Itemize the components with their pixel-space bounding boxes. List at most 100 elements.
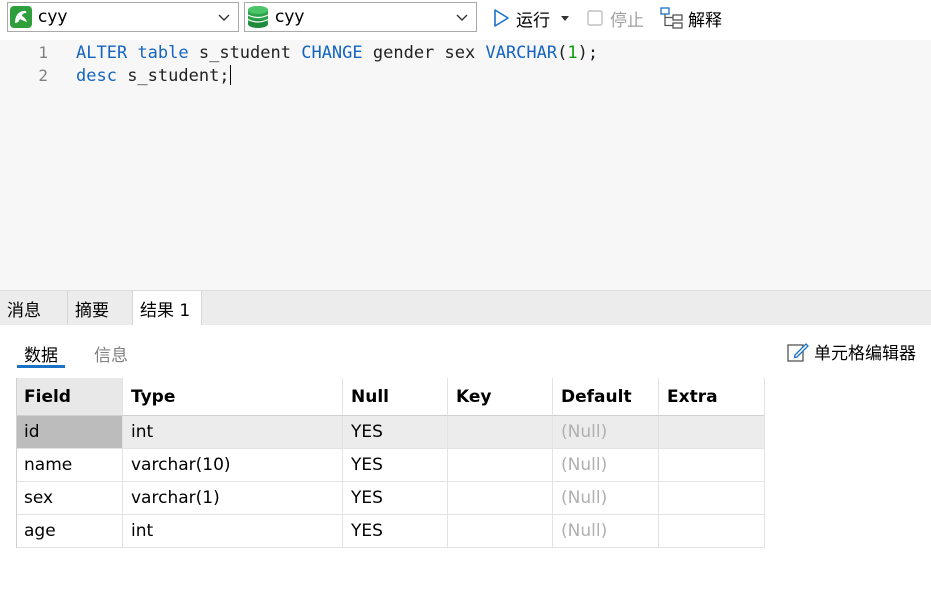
table-cell[interactable]: varchar(1) (123, 482, 343, 515)
table-cell[interactable]: (Null) (553, 416, 659, 449)
subtab-info[interactable]: 信息 (94, 341, 128, 366)
caret-down-icon[interactable] (558, 11, 572, 25)
active-tab-indicator (17, 365, 65, 368)
database-cylinder-icon (247, 6, 269, 28)
row-indicator[interactable] (0, 378, 16, 411)
column-header-label: Key (456, 386, 492, 407)
run-button[interactable]: 运行 (490, 4, 572, 32)
cell-value: (Null) (561, 521, 608, 541)
tab-label: 结果 1 (140, 301, 191, 321)
table-cell[interactable]: id (16, 416, 123, 449)
chevron-down-icon[interactable] (456, 11, 468, 23)
code-area[interactable]: ALTER table s_student CHANGE gender sex … (52, 40, 931, 290)
table-cell[interactable] (659, 416, 765, 449)
table-cell[interactable] (659, 482, 765, 515)
table-cell[interactable] (659, 449, 765, 482)
code-line[interactable]: ALTER table s_student CHANGE gender sex … (76, 42, 598, 64)
subtab-data[interactable]: 数据 (24, 341, 58, 366)
tab-messages[interactable]: 消息 (0, 291, 67, 325)
cell-value: int (131, 422, 154, 442)
line-number-gutter: 1 2 (0, 40, 52, 290)
table-row[interactable]: age int YES (Null) (0, 515, 765, 548)
column-header-label: Null (351, 386, 389, 407)
table-cell[interactable]: varchar(10) (123, 449, 343, 482)
explain-tree-icon (660, 7, 683, 29)
sql-text: s_student (188, 43, 302, 63)
stop-button[interactable]: 停止 (585, 4, 644, 32)
database-value: cyy (275, 7, 305, 27)
table-cell[interactable]: (Null) (553, 449, 659, 482)
table-cell[interactable]: (Null) (553, 515, 659, 548)
tab-summary[interactable]: 摘要 (67, 291, 132, 325)
column-header-label: Type (131, 386, 176, 407)
cell-editor-button[interactable]: 单元格编辑器 (786, 339, 916, 364)
table-cell[interactable] (448, 416, 553, 449)
table-cell[interactable]: sex (16, 482, 123, 515)
table-row[interactable]: sex varchar(1) YES (Null) (0, 482, 765, 515)
tab-result-1[interactable]: 结果 1 (132, 291, 202, 326)
result-subbar: 数据 信息 单元格编辑器 (0, 325, 931, 377)
sql-editor[interactable]: 1 2 ALTER table s_student CHANGE gender … (0, 40, 931, 290)
table-cell[interactable] (448, 482, 553, 515)
table-row[interactable]: name varchar(10) YES (Null) (0, 449, 765, 482)
cell-value: varchar(1) (131, 488, 220, 508)
code-line[interactable]: desc s_student; (76, 65, 231, 87)
explain-button[interactable]: 解释 (659, 4, 722, 32)
column-header-label: Extra (667, 386, 718, 407)
cell-value: int (131, 521, 154, 541)
table-cell[interactable]: int (123, 515, 343, 548)
tab-label: 摘要 (75, 300, 109, 321)
line-number: 1 (38, 43, 48, 62)
sql-number: 1 (567, 43, 578, 63)
stop-icon (587, 10, 603, 26)
column-header[interactable]: Extra (659, 378, 765, 416)
edit-pencil-icon (787, 342, 809, 362)
column-header[interactable]: Field (16, 378, 123, 416)
chevron-down-icon[interactable] (218, 11, 230, 23)
column-header[interactable]: Type (123, 378, 343, 416)
sql-text: ); (577, 43, 599, 63)
sql-keyword: ALTER (76, 43, 128, 63)
table-cell[interactable]: YES (343, 515, 448, 548)
cell-value: (Null) (561, 488, 608, 508)
column-header-label: Default (561, 386, 632, 407)
table-cell[interactable] (659, 515, 765, 548)
cell-value: YES (351, 521, 383, 541)
table-cell[interactable]: age (16, 515, 123, 548)
explain-label: 解释 (688, 10, 722, 31)
table-cell[interactable]: int (123, 416, 343, 449)
table-cell[interactable] (448, 449, 553, 482)
row-indicator[interactable] (0, 515, 16, 548)
column-header[interactable]: Key (448, 378, 553, 416)
sql-keyword: desc (76, 66, 117, 86)
database-select[interactable]: cyy (244, 2, 477, 32)
grid-left-border (16, 378, 17, 548)
row-indicator[interactable] (0, 482, 16, 515)
table-cell[interactable] (448, 515, 553, 548)
query-toolbar: cyy cyy 运行 停止 解释 (0, 0, 931, 38)
table-cell[interactable]: YES (343, 482, 448, 515)
row-indicator[interactable] (0, 416, 16, 449)
table-row[interactable]: id int YES (Null) (0, 416, 765, 449)
play-icon (494, 9, 509, 27)
cell-value: YES (351, 488, 383, 508)
sql-keyword: VARCHAR (485, 43, 558, 63)
connection-select[interactable]: cyy (7, 2, 239, 32)
column-header[interactable]: Default (553, 378, 659, 416)
table-cell[interactable]: (Null) (553, 482, 659, 515)
sql-keyword: CHANGE (301, 43, 363, 63)
row-indicator[interactable] (0, 449, 16, 482)
table-cell[interactable]: YES (343, 449, 448, 482)
cell-value: age (24, 521, 56, 541)
cell-value: id (24, 422, 40, 442)
column-header[interactable]: Null (343, 378, 448, 416)
table-cell[interactable]: YES (343, 416, 448, 449)
cell-value: name (24, 455, 73, 475)
mysql-dolphin-icon (10, 6, 32, 28)
tab-label: 消息 (7, 300, 41, 321)
table-cell[interactable]: name (16, 449, 123, 482)
stop-label: 停止 (610, 10, 644, 31)
cell-value: sex (24, 488, 54, 508)
column-header-label: Field (24, 386, 71, 407)
